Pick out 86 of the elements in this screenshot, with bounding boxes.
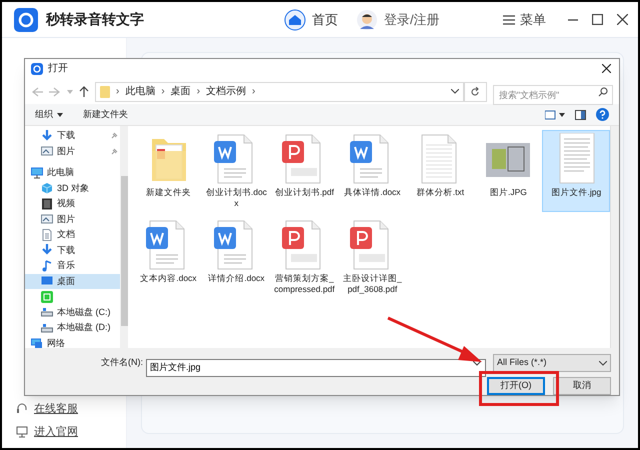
film-icon [41, 198, 53, 210]
download-arrow-icon [41, 244, 53, 256]
dropdown-chevron-icon[interactable] [473, 361, 481, 366]
nav-tab[interactable]: 登录/注册 [356, 8, 440, 30]
tree-item[interactable]: 网络 [25, 336, 120, 348]
filename-field[interactable]: 图片文件.jpg [146, 358, 486, 376]
picture-icon [41, 145, 53, 158]
picture-icon [41, 213, 53, 226]
tree-item[interactable]: 文档 [25, 227, 120, 242]
avatar-icon [356, 8, 378, 30]
computer-icon [31, 166, 43, 179]
tree-item[interactable]: 下载 [25, 128, 120, 144]
pin-icon [110, 132, 118, 140]
breadcrumb-separator: › [116, 85, 120, 99]
tree-item[interactable]: 桌面 [25, 274, 120, 289]
scrollbar[interactable] [120, 126, 128, 348]
menu-icon [503, 14, 515, 24]
file-item[interactable]: 新建文件夹 [134, 130, 202, 212]
tree-item[interactable]: 下载 [25, 242, 120, 258]
file-item[interactable]: 图片文件.jpg [542, 130, 610, 212]
tree-item[interactable]: 3D 对象 [25, 180, 120, 196]
breadcrumb[interactable]: 桌面 [170, 84, 191, 99]
tree-item[interactable]: 图片 [25, 212, 120, 227]
network-icon [31, 337, 43, 348]
tree-item[interactable]: 此电脑 [25, 165, 120, 180]
file-item[interactable]: 创业计划书.docx [202, 130, 270, 212]
search-icon [598, 86, 608, 96]
download-arrow-icon [41, 130, 53, 142]
monitor-icon [16, 426, 28, 438]
file-item[interactable]: 主卧设计详图_pdf_3608.pdf [338, 216, 406, 298]
file-item[interactable]: 详情介绍.docx [202, 216, 270, 298]
help-icon[interactable] [596, 108, 609, 122]
refresh-button[interactable] [464, 82, 487, 102]
dropdown-chevron-icon[interactable] [450, 89, 459, 94]
tree-item[interactable]: 图片 [25, 144, 120, 159]
drive-icon [41, 322, 53, 334]
view-options-icon[interactable] [545, 110, 565, 120]
menu-button[interactable]: 菜单 [503, 10, 546, 30]
headset-icon [16, 403, 28, 416]
breadcrumb-separator: › [196, 85, 200, 99]
sidebar-link[interactable]: 在线客服 [16, 401, 126, 418]
dialog-title: 打开 [48, 62, 68, 76]
dialog-button[interactable]: 取消 [553, 377, 611, 395]
file-item[interactable]: 图片.JPG [474, 130, 542, 212]
tree-item[interactable]: 音乐 [25, 258, 120, 274]
file-type-dropdown[interactable]: All Files (*.*) [493, 354, 611, 372]
tree-item[interactable]: 本地磁盘 (D:) [25, 320, 120, 336]
close-icon[interactable] [602, 64, 611, 74]
desktop-icon [41, 275, 53, 288]
app-logo-icon [14, 8, 38, 32]
home-icon [284, 8, 306, 30]
nav-tab[interactable]: 首页 [284, 8, 338, 30]
toolbar-button[interactable]: 组织 [35, 108, 63, 122]
folder-icon [100, 86, 110, 98]
file-item[interactable]: 群体分析.txt [406, 130, 474, 212]
drive-icon [41, 306, 53, 318]
close-icon[interactable] [617, 14, 628, 25]
file-item[interactable]: 营销策划方案_compressed.pdf [270, 216, 338, 298]
breadcrumb[interactable]: 此电脑 [125, 84, 156, 99]
cube-icon [41, 182, 53, 194]
breadcrumb-separator: › [161, 85, 165, 99]
tree-item[interactable]: 视频 [25, 196, 120, 212]
file-item[interactable]: 文本内容.docx [134, 216, 202, 298]
breadcrumb[interactable]: 文档示例 [206, 84, 246, 99]
dialog-button[interactable]: 打开(O) [487, 377, 545, 395]
document-icon [41, 228, 53, 241]
search-field[interactable]: 搜索"文档示例" [492, 84, 613, 104]
scrollbar[interactable] [610, 126, 619, 348]
toolbar-button[interactable]: 新建文件夹 [83, 108, 128, 122]
music-note-icon [41, 260, 53, 272]
app-icon [41, 290, 53, 303]
pin-icon [110, 148, 118, 155]
field-label: 文件名(N): [101, 356, 143, 370]
file-item[interactable]: 创业计划书.pdf [270, 130, 338, 212]
caret-icon [57, 112, 63, 117]
up-arrow-icon[interactable] [79, 86, 89, 97]
address-bar[interactable]: › 此电脑 › 桌面 › 文档示例 › [95, 82, 464, 102]
refresh-icon [470, 86, 480, 96]
file-item[interactable]: 具体详情.docx [338, 130, 406, 212]
tree-item[interactable]: 本地磁盘 (C:) [25, 304, 120, 320]
app-title: 秒转录音转文字 [46, 10, 144, 29]
preview-pane-icon[interactable] [575, 110, 586, 120]
app-logo-icon [31, 62, 43, 75]
breadcrumb-separator: › [252, 85, 256, 99]
maximize-icon[interactable] [592, 14, 603, 25]
dropdown-chevron-icon [599, 360, 607, 366]
